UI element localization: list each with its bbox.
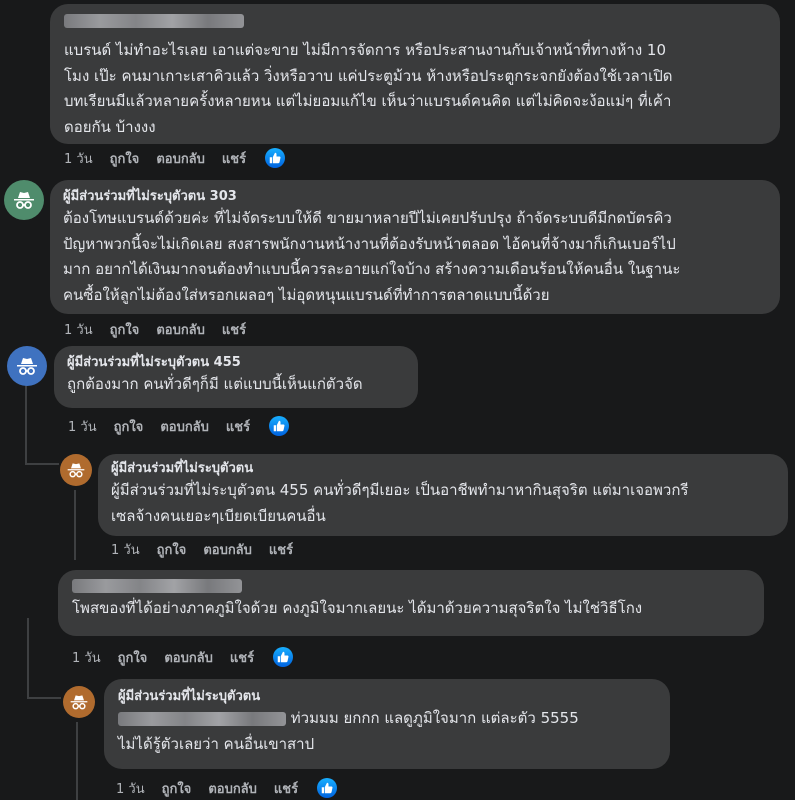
comment-text: ผู้มีส่วนร่วมที่ไม่ระบุตัวตน 455 คนทั่วด… xyxy=(111,481,689,525)
timestamp[interactable]: 1 วัน xyxy=(72,647,101,668)
comment-bubble: โพสของที่ได้อย่างภาคภูมิใจด้วย คงภูมิใจม… xyxy=(58,570,764,636)
like-button[interactable]: ถูกใจ xyxy=(110,319,140,340)
incognito-icon xyxy=(14,192,34,209)
thumbs-up-icon[interactable] xyxy=(265,148,286,168)
incognito-icon xyxy=(67,463,85,478)
comment-actions: 1 วัน ถูกใจ ตอบกลับ แชร์ xyxy=(64,146,286,170)
like-button[interactable]: ถูกใจ xyxy=(157,539,187,560)
thread-line xyxy=(25,463,59,465)
reply-button[interactable]: ตอบกลับ xyxy=(203,539,252,560)
thread-line xyxy=(76,722,78,800)
share-button[interactable]: แชร์ xyxy=(222,148,246,169)
thumbs-up-icon[interactable] xyxy=(269,416,290,436)
thread-line xyxy=(74,490,76,560)
comment-bubble: ผู้มีส่วนร่วมที่ไม่ระบุตัวตน 303 ต้องโทษ… xyxy=(50,180,780,314)
blurred-author-name xyxy=(72,579,242,593)
comment-actions: 1 วัน ถูกใจ ตอบกลับ แชร์ xyxy=(72,645,294,669)
comment-bubble: ผู้มีส่วนร่วมที่ไม่ระบุตัวตน ท่วมมม ยกกก… xyxy=(104,679,670,769)
comment-author[interactable]: ผู้มีส่วนร่วมที่ไม่ระบุตัวตน 303 xyxy=(63,188,767,206)
thumbs-up-icon[interactable] xyxy=(273,647,294,667)
like-button[interactable]: ถูกใจ xyxy=(118,647,148,668)
like-button[interactable]: ถูกใจ xyxy=(114,416,144,437)
comment-author[interactable]: ผู้มีส่วนร่วมที่ไม่ระบุตัวตน xyxy=(118,688,656,706)
comment-text: โพสของที่ได้อย่างภาคภูมิใจด้วย คงภูมิใจม… xyxy=(72,599,643,617)
thread-line xyxy=(27,618,29,698)
blurred-author-name xyxy=(64,14,244,28)
timestamp[interactable]: 1 วัน xyxy=(64,319,93,340)
share-button[interactable]: แชร์ xyxy=(274,778,298,799)
comment-text: ท่วมมม ยกกก แลดูภูมิใจมาก แต่ละตัว 5555 … xyxy=(118,709,579,753)
blurred-mention[interactable] xyxy=(118,711,286,726)
incognito-avatar[interactable] xyxy=(7,346,47,386)
comment-text: ต้องโทษแบรนด์ด้วยค่ะ ที่ไม่จัดระบบให้ดี … xyxy=(63,209,681,304)
comment-actions: 1 วัน ถูกใจ ตอบกลับ แชร์ xyxy=(116,776,338,800)
thumbs-up-icon[interactable] xyxy=(317,778,338,798)
share-button[interactable]: แชร์ xyxy=(222,319,246,340)
incognito-avatar[interactable] xyxy=(60,454,92,486)
thread-line xyxy=(27,697,61,699)
reply-button[interactable]: ตอบกลับ xyxy=(156,319,205,340)
thread-line xyxy=(25,385,27,465)
incognito-avatar[interactable] xyxy=(63,686,95,718)
comment-bubble: ผู้มีส่วนร่วมที่ไม่ระบุตัวตน ผู้มีส่วนร่… xyxy=(98,454,788,536)
comment-author[interactable] xyxy=(72,576,750,596)
share-button[interactable]: แชร์ xyxy=(226,416,250,437)
reply-button[interactable]: ตอบกลับ xyxy=(160,416,209,437)
timestamp[interactable]: 1 วัน xyxy=(68,416,97,437)
timestamp[interactable]: 1 วัน xyxy=(64,148,93,169)
comment-actions: 1 วัน ถูกใจ ตอบกลับ แชร์ xyxy=(64,317,263,341)
reply-button[interactable]: ตอบกลับ xyxy=(164,647,213,668)
comment-bubble: ผู้มีส่วนร่วมที่ไม่ระบุตัวตน 455 ถูกต้อง… xyxy=(54,346,418,408)
timestamp[interactable]: 1 วัน xyxy=(111,539,140,560)
incognito-icon xyxy=(70,695,88,710)
like-button[interactable]: ถูกใจ xyxy=(162,778,192,799)
incognito-avatar[interactable] xyxy=(4,180,44,220)
comment-author[interactable]: ผู้มีส่วนร่วมที่ไม่ระบุตัวตน xyxy=(111,460,775,478)
comment-actions: 1 วัน ถูกใจ ตอบกลับ แชร์ xyxy=(111,537,310,561)
comment-author[interactable] xyxy=(64,10,766,32)
reply-button[interactable]: ตอบกลับ xyxy=(156,148,205,169)
like-button[interactable]: ถูกใจ xyxy=(110,148,140,169)
comment-author[interactable]: ผู้มีส่วนร่วมที่ไม่ระบุตัวตน 455 xyxy=(67,354,405,372)
share-button[interactable]: แชร์ xyxy=(230,647,254,668)
reply-button[interactable]: ตอบกลับ xyxy=(208,778,257,799)
share-button[interactable]: แชร์ xyxy=(269,539,293,560)
timestamp[interactable]: 1 วัน xyxy=(116,778,145,799)
incognito-icon xyxy=(17,358,37,375)
comment-text: แบรนด์ ไม่ทำอะไรเลย เอาแต่จะขาย ไม่มีการ… xyxy=(64,41,673,136)
comment-bubble: แบรนด์ ไม่ทำอะไรเลย เอาแต่จะขาย ไม่มีการ… xyxy=(50,4,780,144)
comment-text: ถูกต้องมาก คนทั่วดีๆก็มี แต่แบบนี้เห็นแก… xyxy=(67,375,363,393)
comment-actions: 1 วัน ถูกใจ ตอบกลับ แชร์ xyxy=(68,414,290,438)
